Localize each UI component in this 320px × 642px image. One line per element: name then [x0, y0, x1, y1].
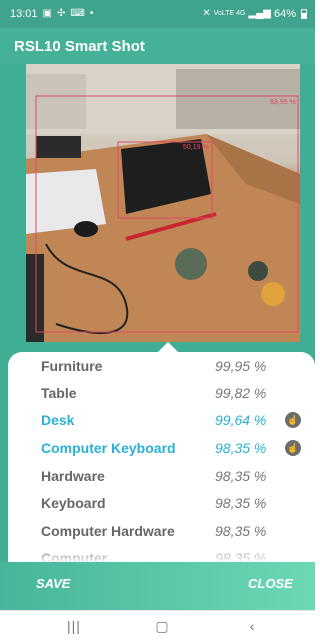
result-name: Furniture — [41, 358, 103, 374]
photo-board-1 — [175, 248, 207, 280]
result-name: Hardware — [41, 468, 105, 484]
result-row-table[interactable]: Table 99,82 % — [8, 379, 315, 407]
network-label: VoLTE 4G — [213, 10, 246, 17]
result-score: 99,95 % — [215, 358, 267, 374]
result-name: Computer — [41, 550, 108, 562]
action-bar: SAVE CLOSE — [0, 562, 315, 610]
signal-icon: ▂▄▆ — [248, 8, 271, 19]
home-icon[interactable]: ▢ — [150, 618, 174, 635]
save-button[interactable]: SAVE — [36, 576, 70, 591]
touch-icon[interactable]: ☝ — [285, 412, 301, 428]
photo-chair — [26, 254, 44, 342]
results-list[interactable]: Furniture 99,95 % Table 99,82 % Desk 99,… — [8, 352, 315, 562]
battery-icon — [301, 9, 307, 19]
sheet-notch — [158, 342, 178, 352]
image-notification-icon: ▣ — [42, 8, 52, 19]
keyboard-notification-icon: ⌨ — [70, 8, 85, 19]
result-score: 99,82 % — [215, 385, 267, 401]
status-left: 13:01 ▣ ✣ ⌨ • — [10, 8, 93, 20]
app-bar: RSL10 Smart Shot — [0, 28, 315, 64]
app-title: RSL10 Smart Shot — [14, 37, 145, 55]
status-time: 13:01 — [10, 8, 38, 20]
result-score: 98,35 % — [215, 550, 267, 562]
result-row-hardware[interactable]: Hardware 98,35 % — [8, 462, 315, 490]
result-row-computer-hardware[interactable]: Computer Hardware 98,35 % — [8, 517, 315, 545]
result-score: 98,35 % — [215, 468, 267, 484]
result-score: 98,35 % — [215, 440, 267, 456]
captured-photo: 83,99 % 50,19 % — [26, 64, 300, 342]
photo-board-2 — [248, 261, 268, 281]
detection-label-1: 83,99 % — [270, 99, 296, 106]
back-icon[interactable]: ‹ — [240, 618, 264, 634]
result-name: Table — [41, 385, 77, 401]
result-score: 98,35 % — [215, 523, 267, 539]
mute-icon: ✕ — [202, 8, 211, 19]
photo-board-3 — [261, 282, 285, 306]
touch-icon[interactable]: ☝ — [285, 440, 301, 456]
recent-apps-icon[interactable]: ||| — [62, 618, 86, 634]
battery-percent: 64% — [273, 8, 296, 20]
photo-mouse — [74, 221, 98, 237]
results-sheet: Furniture 99,95 % Table 99,82 % Desk 99,… — [8, 342, 315, 562]
photo-window — [26, 74, 86, 129]
result-row-computer-keyboard[interactable]: Computer Keyboard 98,35 % ☝ — [8, 434, 315, 462]
detection-label-2: 50,19 % — [183, 144, 209, 151]
result-row-computer[interactable]: Computer 98,35 % — [8, 544, 315, 562]
result-name: Computer Hardware — [41, 523, 175, 539]
result-score: 99,64 % — [215, 412, 267, 428]
result-name: Computer Keyboard — [41, 440, 176, 456]
close-button[interactable]: CLOSE — [248, 576, 293, 591]
result-name: Desk — [41, 412, 75, 428]
result-row-desk[interactable]: Desk 99,64 % ☝ — [8, 406, 315, 434]
photo-dark-object — [36, 136, 81, 158]
result-row-keyboard[interactable]: Keyboard 98,35 % — [8, 489, 315, 517]
dot-notification-icon: • — [89, 8, 94, 19]
sync-notification-icon: ✣ — [56, 8, 66, 19]
result-score: 98,35 % — [215, 495, 267, 511]
photo-scene: 83,99 % 50,19 % — [26, 64, 300, 342]
status-bar: 13:01 ▣ ✣ ⌨ • ✕ VoLTE 4G ▂▄▆ 64% — [0, 0, 315, 28]
result-name: Keyboard — [41, 495, 106, 511]
result-row-furniture[interactable]: Furniture 99,95 % — [8, 352, 315, 380]
status-right: ✕ VoLTE 4G ▂▄▆ 64% — [202, 8, 307, 20]
navigation-bar: ||| ▢ ‹ — [0, 610, 315, 642]
